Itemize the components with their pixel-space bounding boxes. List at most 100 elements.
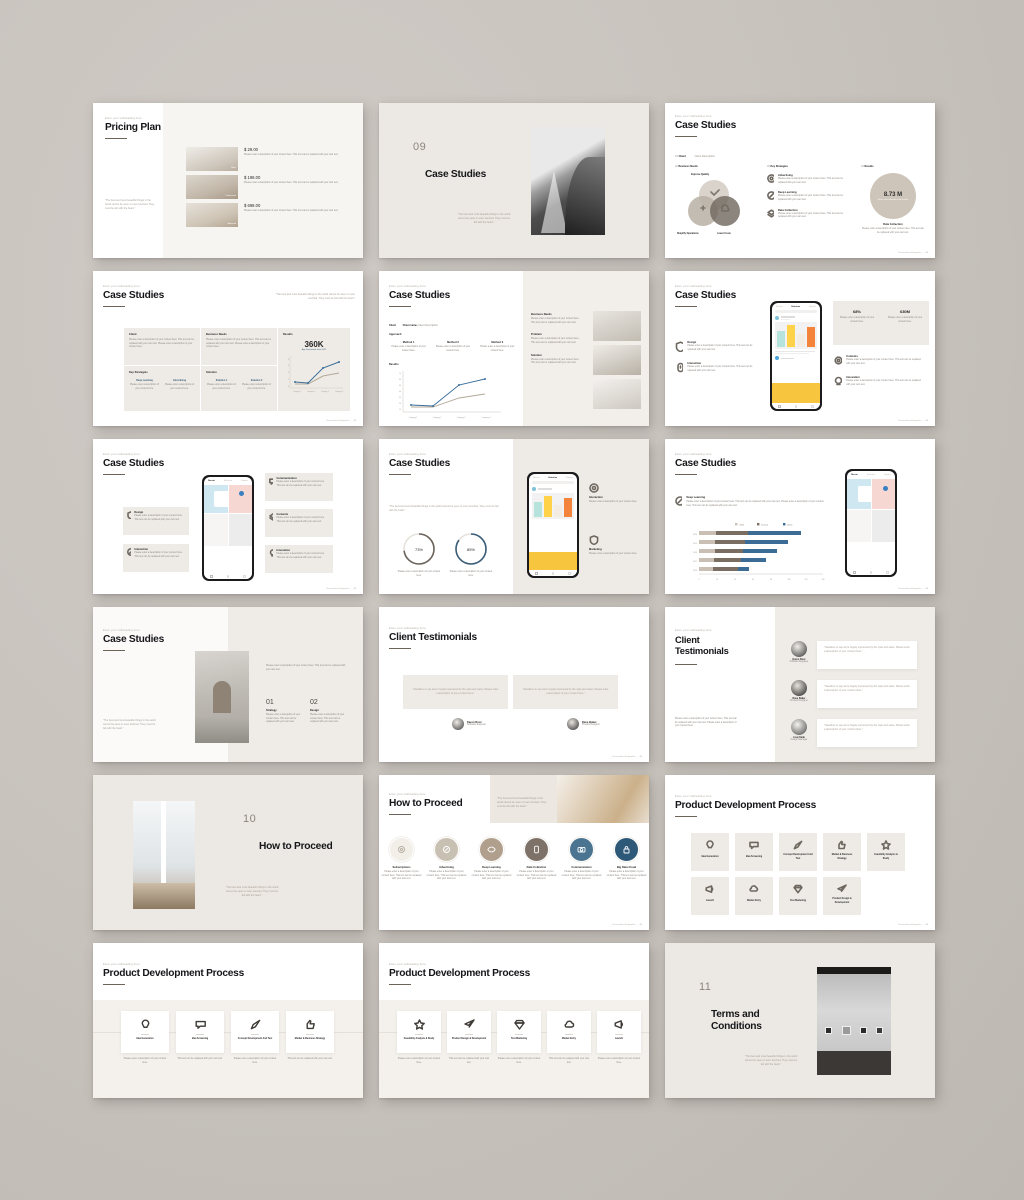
process-card[interactable]: Idea Screening This text can be replaced… (176, 1011, 224, 1065)
slide-client-testimonials-two[interactable]: Enter your subheading here Client Testim… (379, 607, 649, 762)
testimonial-card[interactable]: "Needless to say we're hugely impressed … (817, 719, 917, 747)
strategy-item[interactable]: Deep Learning Please enter a description … (767, 191, 851, 202)
strategy-item[interactable]: Advertising Please enter a description of… (767, 174, 851, 185)
cloud-icon (563, 1020, 574, 1028)
results-label: Results (389, 363, 399, 366)
slide-pdp-cards-four[interactable]: Enter your subheading here Product Devel… (93, 943, 363, 1098)
testimonial-author: Dave Baker Product Designer (567, 718, 600, 730)
right-title: Problem (531, 333, 542, 337)
footer: Presentation Infographics 01 (898, 588, 928, 590)
slide-case-studies-360k[interactable]: Enter your subheading here Case Studies … (93, 271, 363, 426)
svg-text:4: 4 (288, 372, 289, 374)
feature-card[interactable]: Contents Please enter a description of yo… (265, 509, 333, 537)
process-card[interactable]: Product Design & Development (823, 877, 861, 915)
process-card[interactable]: Market & Business Strategy This text can… (286, 1011, 334, 1065)
process-card[interactable]: Product Design & Development This text c… (447, 1011, 491, 1065)
pricing-row[interactable]: Advanced $ 698.00 Please enter a descrip… (186, 203, 340, 227)
slide-case-studies-phone-stats[interactable]: Enter your subheading here Case Studies … (665, 271, 935, 426)
process-card[interactable]: Test Marketing (779, 877, 817, 915)
strategy-item[interactable]: Data Collection Please enter a descriptio… (767, 209, 851, 220)
client-num: 01 (675, 155, 678, 158)
slide-pdp-grid-nine[interactable]: Enter your subheading here Product Devel… (665, 775, 935, 930)
testimonial-card[interactable]: "Needless to say we're hugely impressed … (403, 675, 508, 709)
process-card[interactable]: Feasibility Analysis & Study Please ente… (397, 1011, 441, 1065)
slide-how-to-proceed-divider[interactable]: 10 How to Proceed "The best and most bea… (93, 775, 363, 930)
venn-top-label: Improve Quality (691, 173, 710, 176)
process-card[interactable]: Market Entry This text can be replaced w… (547, 1011, 591, 1065)
process-card[interactable]: Launch (691, 877, 729, 915)
eyebrow: Enter your subheading here (675, 285, 712, 288)
phone-tabs[interactable]: Recent Selection Popular (204, 477, 253, 482)
slide-pdp-cards-five[interactable]: Enter your subheading here Product Devel… (379, 943, 649, 1098)
process-card[interactable]: Market Entry (735, 877, 773, 915)
step-item[interactable]: Big Data Cloud Please enter a descriptio… (607, 837, 647, 882)
slide-case-studies-divider[interactable]: 09 Case Studies "The best and most beaut… (379, 103, 649, 258)
phone-tabs[interactable]: Recent Selection Popular (529, 474, 578, 479)
phone-mockup[interactable]: Recent Selection Popular (770, 301, 822, 411)
step-item[interactable]: Communication Please enter a description… (562, 837, 602, 882)
svg-text:Category 3: Category 3 (457, 416, 466, 419)
info-card[interactable]: Key Strategies Deep Learning Please enter… (124, 366, 200, 411)
stat-value: 68% (852, 309, 861, 314)
step-item[interactable]: Deep Learning Please enter a description… (472, 837, 512, 882)
slide-how-to-proceed-steps[interactable]: Enter your subheading here How to Procee… (379, 775, 649, 930)
phone-mockup[interactable]: Recent Selection Popular (202, 475, 254, 581)
process-cards: Feasibility Analysis & Study Please ente… (397, 1011, 641, 1065)
info-card[interactable]: Business Needs Please enter a descriptio… (201, 328, 277, 365)
feature-card[interactable]: Interaction Please enter a description of… (123, 544, 189, 572)
feature-item[interactable]: Contents Please enter a description of yo… (833, 355, 925, 366)
info-card[interactable]: Solution Solution 1 Please enter a descri… (201, 366, 277, 411)
step-item[interactable]: Advertising Please enter a description o… (427, 837, 467, 882)
card-title: Contents (276, 513, 289, 516)
process-card[interactable]: Feasibility Analysis & Study (867, 833, 905, 871)
feature-card[interactable]: Design Please enter a description of your… (123, 507, 189, 535)
testimonial-card[interactable]: "Needless to say we're hugely impressed … (513, 675, 618, 709)
feature-item[interactable]: Interaction Please enter a description o… (589, 483, 641, 505)
slide-client-testimonials-three[interactable]: Enter your subheading here Client Testim… (665, 607, 935, 762)
step-item[interactable]: Subscriptions Please enter a description… (382, 837, 422, 882)
feature-item[interactable]: Marketing Please enter a description of … (589, 535, 641, 557)
slide-terms-divider[interactable]: 11 Terms and Conditions "The best and mo… (665, 943, 935, 1098)
slide-case-studies-approach[interactable]: Enter your subheading here Case Studies … (379, 271, 649, 426)
testimonial-card[interactable]: "Needless to say we're hugely impressed … (817, 680, 917, 708)
footer: Presentation Infographics 01 (326, 588, 356, 590)
testimonial-quote: "Needless to say we're hugely impressed … (412, 688, 499, 695)
process-card[interactable]: Launch Please enter a description of you… (597, 1011, 641, 1065)
process-card[interactable]: Test Marketing Please enter a descriptio… (497, 1011, 541, 1065)
feature-item[interactable]: Innovation Please enter a description of … (833, 376, 925, 387)
process-card[interactable]: Idea Generation (691, 833, 729, 871)
phone-mockup[interactable]: Recent Selection Popular (845, 469, 897, 577)
page-title: Case Studies (389, 458, 450, 469)
svg-text:8: 8 (288, 359, 289, 361)
shield-icon (589, 535, 599, 545)
pricing-row[interactable]: Professional $ 198.00 Please enter a des… (186, 175, 340, 199)
process-card[interactable]: Concept Development And Test Please ente… (231, 1011, 279, 1065)
feature-card[interactable]: Communication Please enter a description … (265, 473, 333, 501)
slide-case-studies-6cards[interactable]: Enter your subheading here Case Studies … (93, 439, 363, 594)
phone-search[interactable] (774, 310, 818, 314)
phone-mockup[interactable]: Recent Selection Popular (527, 472, 579, 578)
feature-item[interactable]: Design Please enter a description of your… (675, 341, 759, 352)
slide-case-studies-bars[interactable]: Enter your subheading here Case Studies … (665, 439, 935, 594)
results-card[interactable]: Results 360K App Downloads from 2021 8 6 4… (278, 328, 350, 411)
feature-card[interactable]: Innovation Please enter a description of … (265, 545, 333, 573)
slide-case-studies-venn[interactable]: Enter your subheading here Case Studies … (665, 103, 935, 258)
slide-case-studies-donuts[interactable]: Enter your subheading here Case Studies … (379, 439, 649, 594)
pricing-row[interactable]: Basic $ 29.00 Please enter a description… (186, 147, 340, 171)
slide-case-studies-0102[interactable]: Enter your subheading here Case Studies … (93, 607, 363, 762)
slide-pricing-plan[interactable]: Enter your subheading here Pricing Plan … (93, 103, 363, 258)
testimonial-card[interactable]: "Needless to say we're hugely impressed … (817, 641, 917, 669)
slide-grid: Enter your subheading here Pricing Plan … (93, 103, 935, 1098)
phone-tabs[interactable]: Recent Selection Popular (772, 303, 821, 308)
footer: Presentation Infographics 01 (898, 924, 928, 926)
info-card[interactable]: Client Please enter a description of you… (124, 328, 200, 365)
approach-list: Method 1 Please enter a description of yo… (389, 341, 517, 353)
process-card[interactable]: Idea Generation Please enter a descripti… (121, 1011, 169, 1065)
feature-item[interactable]: Interaction Please enter a description of… (675, 362, 759, 373)
process-card[interactable]: Market & Business Strategy (823, 833, 861, 871)
process-card[interactable]: Concept Development And Test (779, 833, 817, 871)
step-item[interactable]: Data Collection Please enter a descripti… (517, 837, 557, 882)
process-card[interactable]: Idea Screening (735, 833, 773, 871)
phone-search[interactable] (531, 481, 575, 485)
phone-tabs[interactable]: Recent Selection Popular (847, 471, 896, 476)
